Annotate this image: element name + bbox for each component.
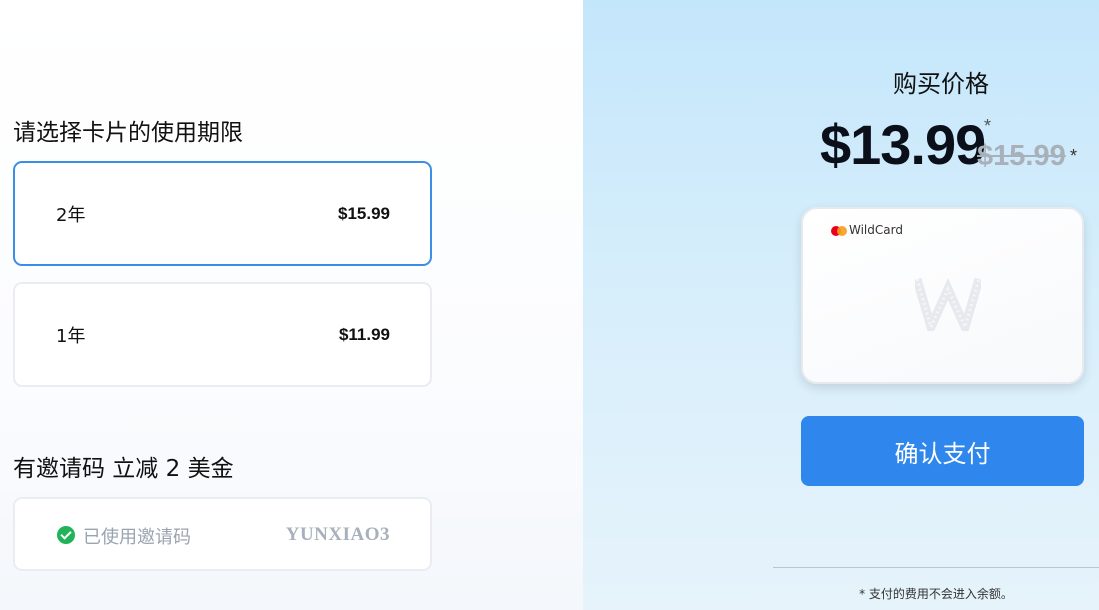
period-option-name: 2年 [56,204,86,226]
purchase-price-label: 购买价格 [583,64,1099,99]
purchase-price-label-text: 购买价格 [893,70,989,98]
invite-section-title: 有邀请码 立减 2 美金 [13,456,234,482]
current-price: $13.99 [820,113,986,176]
invite-status: 已使用邀请码 [83,527,191,548]
footnote: * 支付的费用不会进入余额。 [859,587,1013,601]
check-circle-icon [57,526,75,544]
wildcard-card-preview: WildCard [801,207,1084,384]
period-option-price: $15.99 [338,203,390,223]
original-price-asterisk: * [1070,146,1078,166]
original-price: $15.99 [977,140,1066,172]
period-option-1-year[interactable]: 1年 $11.99 [13,282,432,387]
current-price-asterisk: * [984,116,992,136]
divider [773,567,1099,568]
invite-code-box[interactable]: 已使用邀请码 YUNXIAO3 [13,497,432,571]
period-option-price: $11.99 [338,324,390,344]
period-section-title: 请选择卡片的使用期限 [13,120,243,146]
period-option-2-years[interactable]: 2年 $15.99 [13,161,432,266]
period-option-name: 1年 [56,325,86,347]
card-brand: WildCard [849,223,903,237]
invite-code: YUNXIAO3 [285,524,390,545]
confirm-payment-button[interactable]: 确认支付 [801,416,1084,486]
card-network-logo-icon [831,226,847,236]
w-watermark-icon [915,277,981,331]
